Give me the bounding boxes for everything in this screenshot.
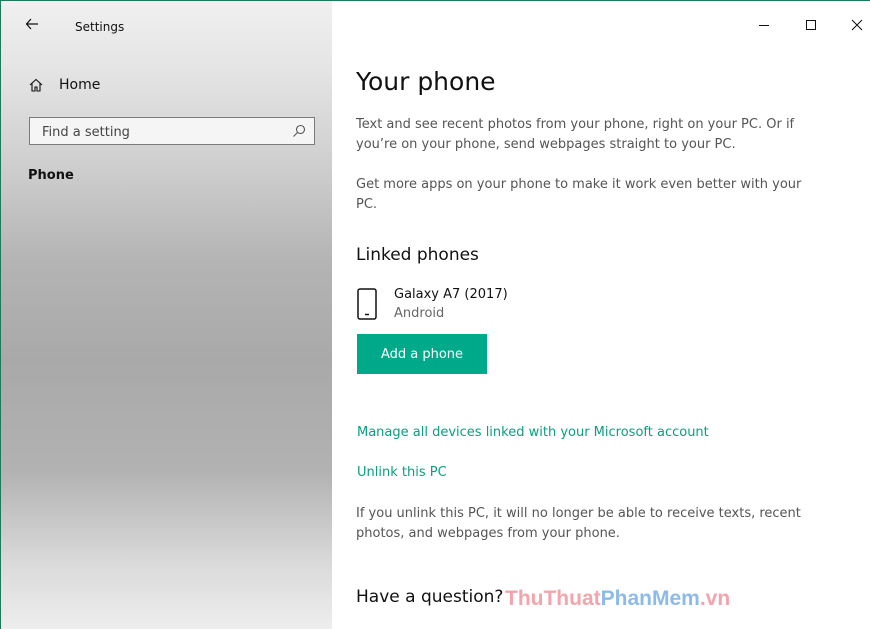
question-heading: Have a question? <box>356 587 504 607</box>
linked-phones-heading: Linked phones <box>356 245 479 265</box>
close-button[interactable] <box>845 13 869 37</box>
watermark-part-2: PhanMem <box>600 587 700 610</box>
page-title: Your phone <box>356 67 496 96</box>
minimize-button[interactable] <box>752 13 776 37</box>
watermark: ThuThuatPhanMem.vn <box>505 587 730 611</box>
back-arrow-icon <box>25 18 38 30</box>
manage-devices-link[interactable]: Manage all devices linked with your Micr… <box>357 425 709 440</box>
sidebar: Settings Home Phone <box>1 1 332 629</box>
watermark-part-1: ThuThuat <box>505 587 601 610</box>
search-input[interactable] <box>40 121 284 143</box>
phone-name: Galaxy A7 (2017) <box>394 287 508 302</box>
close-icon <box>851 19 863 31</box>
home-icon <box>29 78 43 92</box>
maximize-button[interactable] <box>799 13 823 37</box>
phone-icon <box>357 288 377 320</box>
apps-text: Get more apps on your phone to make it w… <box>356 177 802 212</box>
watermark-part-3: .vn <box>699 587 731 610</box>
search-box[interactable] <box>29 117 315 145</box>
window-title: Settings <box>75 20 125 34</box>
sidebar-item-label: Home <box>59 77 101 93</box>
main-content: Your phone Text and see recent photos fr… <box>332 1 870 629</box>
linked-phone-item: Galaxy A7 (2017) Android <box>357 286 657 326</box>
back-button[interactable] <box>25 15 47 37</box>
unlink-note: If you unlink this PC, it will no longer… <box>356 506 801 541</box>
intro-text: Text and see recent photos from your pho… <box>356 117 795 152</box>
search-icon[interactable] <box>292 124 306 138</box>
unlink-pc-link[interactable]: Unlink this PC <box>357 465 447 480</box>
sidebar-item-home[interactable]: Home <box>28 75 100 95</box>
add-phone-button[interactable]: Add a phone <box>357 334 487 374</box>
maximize-icon <box>806 20 816 30</box>
phone-os: Android <box>394 306 445 321</box>
minimize-icon <box>759 25 769 26</box>
settings-window: Settings Home Phone Your phone Text an <box>0 0 870 629</box>
sidebar-item-phone[interactable]: Phone <box>28 168 74 183</box>
